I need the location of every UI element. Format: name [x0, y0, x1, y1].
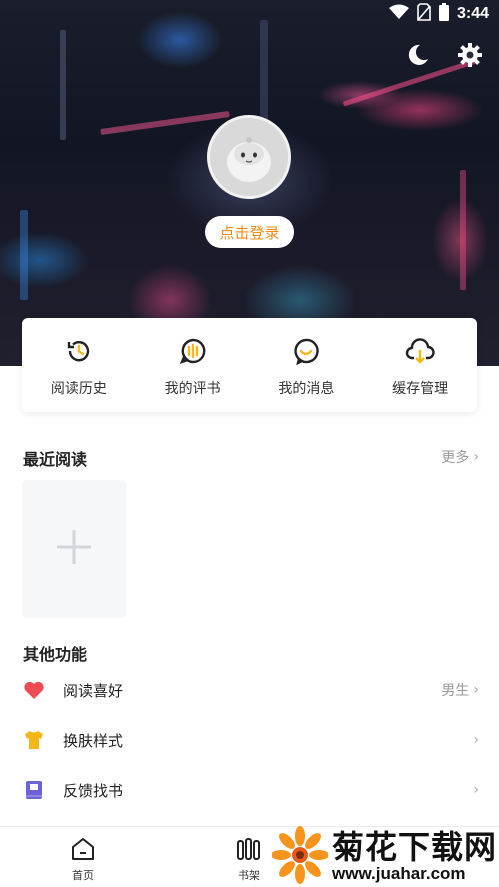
nav-label: 首页	[72, 869, 94, 882]
plus-icon	[55, 528, 93, 570]
header-actions	[405, 42, 483, 68]
settings-icon[interactable]	[457, 42, 483, 68]
quick-action-reviews[interactable]: 我的评书	[136, 318, 250, 412]
recent-reading-title: 最近阅读	[23, 450, 88, 469]
history-icon	[64, 336, 94, 370]
more-label: 更多	[441, 450, 470, 466]
quick-actions-card: 阅读历史 我的评书 我的消息 缓存管理	[22, 318, 477, 412]
comment-book-icon	[178, 336, 208, 370]
chevron-right-icon: ›	[473, 782, 479, 798]
quick-action-label: 缓存管理	[392, 381, 449, 397]
no-sim-icon	[417, 3, 431, 25]
other-functions-title: 其他功能	[23, 645, 88, 664]
nav-home[interactable]: 首页	[0, 827, 166, 887]
feature-label: 阅读喜好	[63, 681, 124, 700]
watermark-url: www.juahar.com	[332, 863, 466, 883]
quick-action-messages[interactable]: 我的消息	[250, 318, 364, 412]
watermark: 菊花下载网 www.juahar.com	[271, 825, 499, 887]
feature-label: 反馈找书	[63, 781, 124, 800]
message-icon	[291, 336, 321, 370]
home-icon	[70, 837, 96, 865]
avatar[interactable]	[207, 115, 291, 199]
night-mode-icon[interactable]	[405, 42, 431, 68]
wifi-icon	[388, 4, 409, 24]
add-book-tile[interactable]	[22, 480, 126, 618]
bookshelf-icon	[236, 837, 262, 865]
more-link[interactable]: 更多 ›	[441, 447, 479, 467]
nav-label: 书架	[238, 869, 260, 882]
tshirt-icon	[23, 729, 45, 751]
login-button[interactable]: 点击登录	[205, 216, 294, 248]
quick-action-label: 我的评书	[164, 381, 221, 397]
chevron-right-icon: ›	[473, 449, 479, 465]
quick-action-label: 阅读历史	[50, 381, 107, 397]
status-time: 3:44	[456, 5, 489, 22]
feature-label: 换肤样式	[63, 731, 124, 750]
watermark-title: 菊花下载网	[332, 827, 498, 866]
flower-logo-icon	[271, 825, 329, 887]
status-bar: 3:44	[0, 0, 499, 28]
book-icon	[23, 779, 45, 801]
chevron-right-icon: ›	[473, 682, 479, 698]
heart-icon	[23, 679, 45, 701]
feature-value: 男生	[441, 683, 470, 699]
feature-row-feedback[interactable]: 反馈找书 ›	[0, 766, 499, 814]
chevron-right-icon: ›	[473, 732, 479, 748]
quick-action-history[interactable]: 阅读历史	[22, 318, 136, 412]
feature-row-skin-style[interactable]: 换肤样式 ›	[0, 716, 499, 764]
cloud-download-icon	[405, 336, 435, 370]
feature-row-reading-preference[interactable]: 阅读喜好 男生 ›	[0, 666, 499, 714]
quick-action-cache[interactable]: 缓存管理	[363, 318, 477, 412]
battery-icon	[438, 3, 449, 25]
quick-action-label: 我的消息	[278, 381, 335, 397]
